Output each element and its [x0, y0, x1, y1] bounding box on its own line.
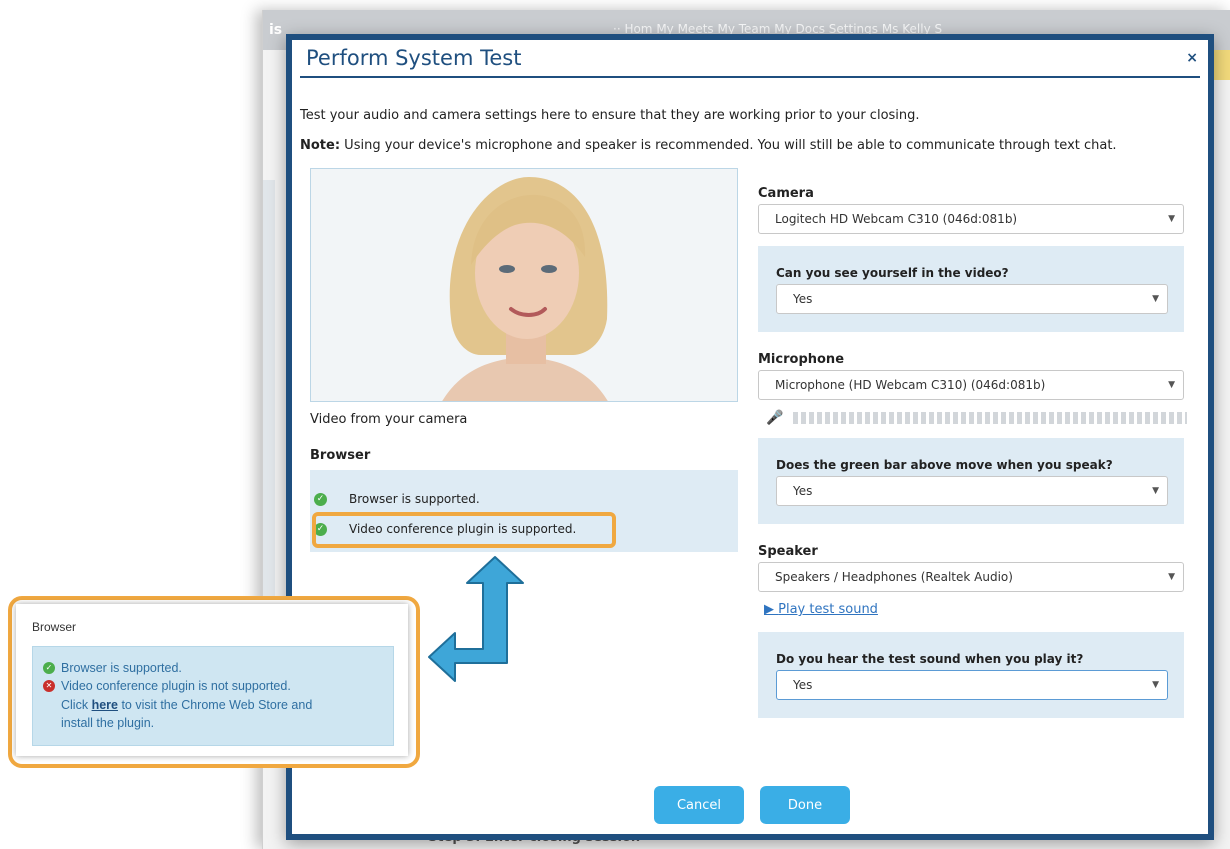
speaker-answer-value: Yes	[793, 678, 813, 692]
microphone-level-meter: 🎤	[766, 410, 1188, 426]
note-body: Using your device's microphone and speak…	[340, 138, 1117, 153]
camera-answer-value: Yes	[793, 292, 813, 306]
callout-heading: Browser	[32, 620, 77, 634]
caret-down-icon: ▼	[1168, 572, 1175, 582]
camera-video-preview	[310, 168, 738, 402]
camera-select-value: Logitech HD Webcam C310 (046d:081b)	[775, 212, 1018, 226]
check-circle-icon: ✓	[314, 522, 327, 536]
camera-answer-select[interactable]: Yes ▼	[776, 284, 1168, 314]
check-circle-icon: ✓	[43, 662, 55, 674]
callout-instruction-line: Click here to visit the Chrome Web Store…	[61, 698, 312, 712]
callout-bad-text: Video conference plugin is not supported…	[61, 679, 291, 693]
microphone-question-panel: Does the green bar above move when you s…	[758, 438, 1184, 524]
microphone-level-bar	[793, 412, 1188, 424]
modal-title: Perform System Test	[306, 46, 522, 70]
intro-text: Test your audio and camera settings here…	[300, 108, 920, 123]
background-notice-strip	[1212, 50, 1230, 80]
camera-label: Camera	[758, 186, 814, 201]
callout-plugin-row: ✕ Video conference plugin is not support…	[43, 679, 291, 693]
browser-supported-label: Browser is supported.	[349, 492, 480, 506]
background-logo: is	[269, 22, 283, 38]
browser-status-panel	[310, 470, 738, 552]
video-caption: Video from your camera	[310, 412, 468, 427]
callout-screenshot: Browser ✓ Browser is supported. ✕ Video …	[16, 604, 408, 756]
check-circle-icon: ✓	[314, 492, 327, 506]
speaker-question-panel: Do you hear the test sound when you play…	[758, 632, 1184, 718]
microphone-question: Does the green bar above move when you s…	[776, 458, 1113, 472]
close-icon[interactable]: ×	[1186, 50, 1198, 66]
caret-down-icon: ▼	[1168, 214, 1175, 224]
microphone-select[interactable]: Microphone (HD Webcam C310) (046d:081b) …	[758, 370, 1184, 400]
microphone-select-value: Microphone (HD Webcam C310) (046d:081b)	[775, 378, 1046, 392]
chrome-web-store-link[interactable]: here	[92, 698, 118, 712]
cancel-button[interactable]: Cancel	[654, 786, 744, 824]
microphone-answer-value: Yes	[793, 484, 813, 498]
caret-down-icon: ▼	[1152, 486, 1159, 496]
microphone-label: Microphone	[758, 352, 845, 367]
callout-store-text: to visit the Chrome Web Store and	[117, 698, 313, 712]
caret-down-icon: ▼	[1152, 680, 1159, 690]
browser-heading: Browser	[310, 448, 371, 463]
callout-install-line: install the plugin.	[61, 716, 155, 730]
note-text: Note: Using your device's microphone and…	[300, 138, 1117, 153]
plugin-not-supported-callout: Browser ✓ Browser is supported. ✕ Video …	[8, 596, 420, 768]
callout-status-panel: ✓ Browser is supported. ✕ Video conferen…	[32, 646, 394, 746]
caret-down-icon: ▼	[1152, 294, 1159, 304]
callout-arrow-icon	[428, 556, 524, 682]
speaker-select-value: Speakers / Headphones (Realtek Audio)	[775, 570, 1013, 584]
browser-supported-row: ✓ Browser is supported.	[314, 492, 480, 506]
plugin-supported-row: ✓ Video conference plugin is supported.	[314, 522, 576, 536]
camera-question-panel: Can you see yourself in the video? Yes ▼	[758, 246, 1184, 332]
system-test-modal: Perform System Test × Test your audio an…	[286, 34, 1214, 840]
callout-ok-text: Browser is supported.	[61, 661, 182, 675]
speaker-answer-select[interactable]: Yes ▼	[776, 670, 1168, 700]
camera-select[interactable]: Logitech HD Webcam C310 (046d:081b) ▼	[758, 204, 1184, 234]
speaker-label: Speaker	[758, 544, 818, 559]
microphone-answer-select[interactable]: Yes ▼	[776, 476, 1168, 506]
person-video-image	[311, 169, 737, 401]
play-test-sound-link[interactable]: ▶ Play test sound	[764, 602, 878, 617]
play-icon: ▶	[764, 602, 774, 617]
note-label: Note:	[300, 138, 341, 153]
plugin-supported-label: Video conference plugin is supported.	[349, 522, 577, 536]
done-button[interactable]: Done	[760, 786, 850, 824]
title-divider	[300, 76, 1200, 78]
callout-click-text: Click	[61, 698, 92, 712]
background-sidebar	[263, 180, 275, 600]
microphone-icon: 🎤	[766, 410, 784, 426]
error-circle-icon: ✕	[43, 680, 55, 692]
caret-down-icon: ▼	[1168, 380, 1175, 390]
camera-question: Can you see yourself in the video?	[776, 266, 1009, 280]
callout-browser-row: ✓ Browser is supported.	[43, 661, 182, 675]
speaker-select[interactable]: Speakers / Headphones (Realtek Audio) ▼	[758, 562, 1184, 592]
speaker-question: Do you hear the test sound when you play…	[776, 652, 1084, 666]
play-test-sound-label: Play test sound	[778, 602, 878, 617]
